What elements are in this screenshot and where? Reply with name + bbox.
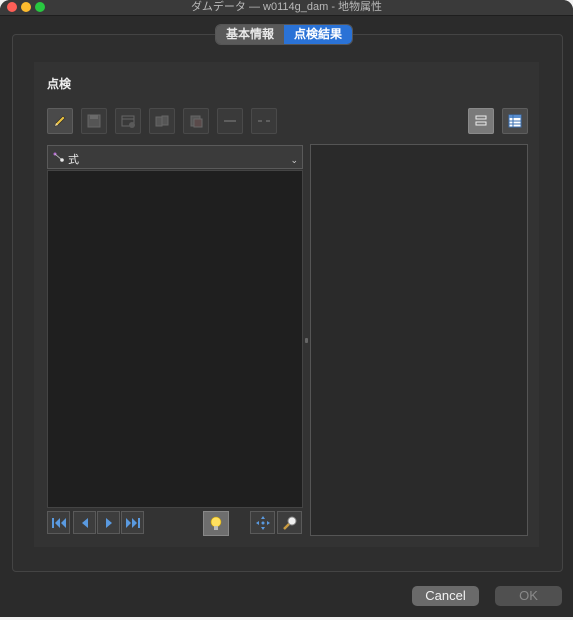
expression-editor[interactable] (47, 170, 303, 508)
panel-title: 点検 (47, 77, 72, 91)
toggle-edit-button[interactable] (47, 108, 73, 134)
save-edits-button[interactable] (81, 108, 107, 134)
form-view-button[interactable] (468, 108, 494, 134)
tab-basic-info[interactable]: 基本情報 (216, 25, 285, 44)
window-title: ダムデータ — w0114g_dam - 地物属性 (190, 1, 383, 13)
add-feature-button[interactable] (115, 108, 141, 134)
pan-icon (256, 516, 270, 530)
previous-icon (82, 518, 88, 528)
cancel-button[interactable]: Cancel (412, 586, 479, 606)
zoom-icon (283, 516, 297, 530)
expression-label: 式 (68, 154, 79, 166)
unlink-icon (258, 120, 270, 122)
form-view-icon (475, 115, 487, 126)
tab-bar: 基本情報 点検結果 (215, 24, 354, 45)
title-bar: ダムデータ — w0114g_dam - 地物属性 (0, 0, 573, 16)
last-feature-button[interactable] (121, 511, 144, 534)
copy-icon (155, 115, 169, 127)
table-view-button[interactable] (502, 108, 528, 134)
help-panel (310, 144, 528, 536)
first-icon (52, 518, 66, 528)
last-icon (126, 518, 140, 528)
lightbulb-icon (210, 516, 222, 530)
highlight-feature-button[interactable] (203, 511, 229, 536)
next-feature-button[interactable] (97, 511, 120, 534)
zoom-to-feature-button[interactable] (277, 511, 302, 534)
next-icon (106, 518, 112, 528)
table-view-icon (508, 114, 522, 128)
attribute-dialog: ダムデータ — w0114g_dam - 地物属性 基本情報 点検結果 点検 式… (0, 0, 573, 617)
pencil-icon (54, 115, 66, 127)
link-feature-button[interactable] (217, 108, 243, 134)
delete-icon (190, 115, 203, 128)
splitter-handle[interactable] (305, 338, 308, 343)
unlink-feature-button[interactable] (251, 108, 277, 134)
ok-button[interactable]: OK (495, 586, 562, 606)
duplicate-feature-button[interactable] (149, 108, 175, 134)
delete-feature-button[interactable] (183, 108, 209, 134)
first-feature-button[interactable] (47, 511, 70, 534)
add-feature-icon (121, 115, 135, 128)
pan-to-feature-button[interactable] (250, 511, 275, 534)
expression-selector[interactable]: 式 ⌄ (47, 145, 303, 169)
chevron-down-icon: ⌄ (290, 155, 298, 165)
link-icon (224, 120, 236, 122)
save-icon (87, 114, 101, 128)
previous-feature-button[interactable] (73, 511, 96, 534)
tab-inspection-results[interactable]: 点検結果 (284, 25, 353, 44)
expression-icon (53, 152, 64, 162)
